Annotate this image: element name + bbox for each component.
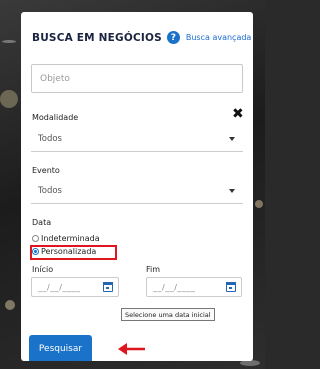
radio-label: Indeterminada bbox=[41, 234, 100, 243]
arrow-left-icon bbox=[118, 343, 145, 355]
modalidade-select[interactable]: Todos bbox=[31, 126, 243, 152]
data-label: Data bbox=[32, 218, 52, 227]
search-panel: BUSCA EM NEGÓCIOS ? Busca avançada ✖ Mod… bbox=[21, 12, 253, 361]
calendar-icon[interactable] bbox=[226, 282, 236, 292]
chevron-down-icon bbox=[229, 189, 235, 193]
radio-button[interactable] bbox=[32, 235, 39, 242]
fim-placeholder: __/__/____ bbox=[153, 282, 196, 292]
objeto-input[interactable] bbox=[31, 64, 243, 93]
inicio-label: Início bbox=[32, 265, 54, 274]
inicio-placeholder: __/__/____ bbox=[38, 282, 81, 292]
highlight-box bbox=[30, 245, 117, 260]
panel-title: BUSCA EM NEGÓCIOS bbox=[32, 31, 162, 44]
help-icon[interactable]: ? bbox=[166, 31, 180, 44]
date-tooltip: Selecione uma data inicial bbox=[121, 308, 215, 321]
fim-date-input[interactable]: __/__/____ bbox=[146, 277, 242, 297]
evento-select[interactable]: Todos bbox=[31, 178, 243, 204]
radio-indeterminada[interactable]: Indeterminada bbox=[32, 234, 100, 243]
modalidade-value: Todos bbox=[38, 133, 62, 144]
panel-header: BUSCA EM NEGÓCIOS ? Busca avançada bbox=[32, 31, 251, 44]
fim-label: Fim bbox=[146, 265, 161, 274]
pesquisar-button[interactable]: Pesquisar bbox=[29, 335, 92, 361]
close-icon[interactable]: ✖ bbox=[232, 107, 244, 121]
modalidade-label: Modalidade bbox=[32, 113, 79, 122]
chevron-down-icon bbox=[229, 137, 235, 141]
evento-value: Todos bbox=[38, 185, 62, 196]
evento-label: Evento bbox=[32, 166, 60, 175]
advanced-search-link[interactable]: Busca avançada bbox=[186, 33, 251, 42]
inicio-date-input[interactable]: __/__/____ bbox=[31, 277, 119, 297]
calendar-icon[interactable] bbox=[103, 282, 113, 292]
